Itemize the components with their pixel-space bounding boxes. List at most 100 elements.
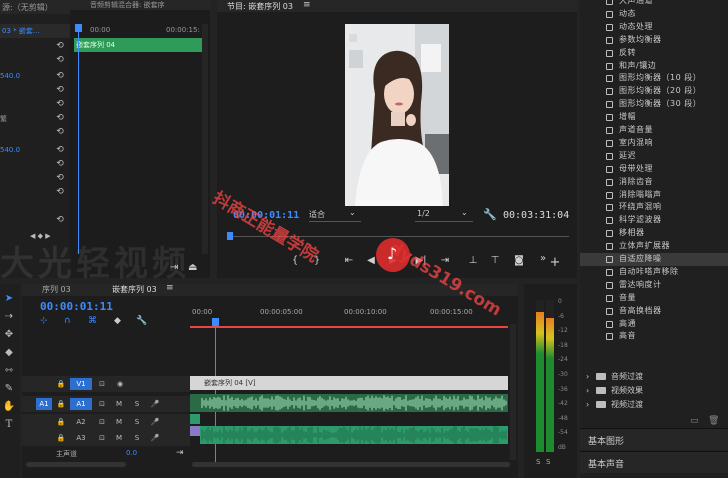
reset-icon[interactable]: ⟲ (54, 158, 66, 170)
reset-icon[interactable]: ⟲ (54, 172, 66, 184)
effect-item[interactable]: 立体声扩展器 (580, 240, 728, 253)
effect-item[interactable]: 母带处理 (580, 163, 728, 176)
reset-icon[interactable]: ⟲ (54, 186, 66, 198)
zoom-dropdown[interactable]: 适合 ⌄ (309, 208, 361, 222)
reset-icon[interactable]: ⟲ (54, 214, 66, 226)
effect-item[interactable]: 环绕声混响 (580, 201, 728, 214)
timeline-vertical-scrollbar[interactable] (510, 324, 516, 460)
effect-item[interactable]: 高音 (580, 330, 728, 343)
effect-item[interactable]: 图形均衡器（20 段） (580, 85, 728, 98)
solo-left-button[interactable]: S (536, 458, 540, 466)
filter-icon[interactable]: ⇥ (170, 262, 178, 273)
reset-icon[interactable]: ⟲ (54, 54, 66, 66)
eye-icon[interactable]: ◉ (114, 378, 126, 390)
video-clip[interactable]: 嵌套序列 04 [V] (190, 376, 508, 390)
effect-item[interactable]: 高通 (580, 318, 728, 331)
reset-icon[interactable]: ⟲ (54, 112, 66, 124)
microphone-icon[interactable]: 🎤 (150, 398, 160, 410)
lock-icon[interactable]: 🔒 (56, 416, 66, 428)
master-track-value[interactable]: 0.0 (126, 449, 137, 457)
ripple-edit-icon[interactable]: ✥ (2, 328, 16, 342)
razor-tool-icon[interactable]: ◆ (2, 346, 16, 360)
sync-lock-icon[interactable]: ⊡ (96, 378, 108, 390)
wrench-icon[interactable]: 🔧 (136, 316, 147, 326)
go-to-in-icon[interactable]: ⇤ (341, 254, 357, 268)
source-tab[interactable]: 源:（无剪辑） (0, 0, 70, 14)
reset-icon[interactable]: ⟲ (54, 126, 66, 138)
nested-clip-bar[interactable]: 嵌套序列 04 (74, 38, 204, 52)
lock-icon[interactable]: 🔒 (56, 432, 66, 444)
timeline-horizontal-scrollbar[interactable] (192, 462, 510, 467)
nest-icon[interactable]: ⊹ (40, 316, 48, 326)
wrench-icon[interactable]: 🔧 (483, 208, 497, 221)
anchor-value[interactable]: 540.0 (0, 146, 20, 154)
effect-item[interactable]: 消除齿音 (580, 176, 728, 189)
effect-item[interactable]: 动态 (580, 8, 728, 21)
folder-video-transitions[interactable]: › 视频过渡 (580, 398, 728, 411)
type-tool-icon[interactable]: T (2, 418, 16, 432)
sync-lock-icon[interactable]: ⊡ (96, 432, 108, 444)
effect-item[interactable]: 声道音量 (580, 124, 728, 137)
folder-audio-transitions[interactable]: › 音频过渡 (580, 370, 728, 383)
audio-waveforms[interactable] (190, 394, 508, 446)
lock-icon[interactable]: 🔒 (56, 398, 66, 410)
marker-icon[interactable]: ◆ (114, 316, 121, 326)
step-forward-icon[interactable]: ▶| (413, 254, 429, 268)
reset-icon[interactable]: ⟲ (54, 40, 66, 52)
sequence-header[interactable]: 03 * 嵌套... (0, 24, 70, 38)
effect-item[interactable]: 图形均衡器（30 段） (580, 98, 728, 111)
lift-icon[interactable]: ⊥ (465, 254, 481, 268)
reset-icon[interactable]: ⟲ (54, 84, 66, 96)
extract-icon[interactable]: ⊤ (487, 254, 503, 268)
scrollbar[interactable] (202, 24, 208, 254)
program-monitor-tab[interactable]: 节目: 嵌套序列 03 ≡ (217, 0, 577, 12)
mark-in-icon[interactable]: { (287, 254, 303, 268)
effect-item[interactable]: 延迟 (580, 150, 728, 163)
mute-button[interactable]: M (114, 432, 124, 444)
sync-lock-icon[interactable]: ⊡ (96, 416, 108, 428)
snap-icon[interactable]: ∩ (64, 316, 71, 326)
effect-item[interactable]: 反转 (580, 47, 728, 60)
sync-lock-icon[interactable]: ⊡ (96, 398, 108, 410)
resolution-dropdown[interactable]: 1/2 ⌄ (415, 208, 473, 222)
effect-item[interactable]: 大声通道 (580, 0, 728, 8)
track-target-a3[interactable]: A3 (70, 432, 92, 444)
linked-selection-icon[interactable]: ⌘ (88, 316, 97, 326)
effect-item[interactable]: 消除嗡嗡声 (580, 189, 728, 202)
essential-graphics-tab[interactable]: 基本图形 (580, 428, 728, 450)
solo-right-button[interactable]: S (546, 458, 550, 466)
effect-item[interactable]: 雷达响度计 (580, 279, 728, 292)
effect-item[interactable]: 自适应降噪 (580, 253, 728, 266)
effect-item[interactable]: 移相器 (580, 227, 728, 240)
solo-button[interactable]: S (132, 432, 142, 444)
effect-item[interactable]: 音量 (580, 292, 728, 305)
timeline-timecode[interactable]: 00:00:01:11 (40, 300, 113, 313)
mark-out-icon[interactable]: } (309, 254, 325, 268)
menu-icon[interactable]: ≡ (303, 0, 311, 10)
solo-button[interactable]: S (132, 398, 142, 410)
effect-item[interactable]: 和声/镶边 (580, 60, 728, 73)
track-header-scrollbar[interactable] (26, 462, 126, 467)
go-to-out-icon[interactable]: ⇥ (437, 254, 453, 268)
track-target-a2[interactable]: A2 (70, 416, 92, 428)
selection-tool-icon[interactable]: ➤ (2, 292, 16, 306)
effect-item[interactable]: 动态处理 (580, 21, 728, 34)
pen-tool-icon[interactable]: ✎ (2, 382, 16, 396)
menu-icon[interactable]: ≡ (166, 283, 174, 293)
track-target-a1[interactable]: A1 (70, 398, 92, 410)
source-patch-a1[interactable]: A1 (36, 398, 52, 410)
track-select-icon[interactable]: ⇢ (2, 310, 16, 324)
effect-item[interactable]: 自动咔嗒声移除 (580, 266, 728, 279)
export-icon[interactable]: ⏏ (188, 262, 197, 273)
program-playhead[interactable] (227, 232, 233, 240)
hand-tool-icon[interactable]: ✋ (2, 400, 16, 414)
solo-button[interactable]: S (132, 416, 142, 428)
timeline-playhead-handle[interactable] (212, 318, 219, 326)
essential-sound-tab[interactable]: 基本声音 (580, 451, 728, 473)
microphone-icon[interactable]: 🎤 (150, 416, 160, 428)
mute-button[interactable]: M (114, 416, 124, 428)
lock-icon[interactable]: 🔒 (56, 378, 66, 390)
tab-nested-sequence-03[interactable]: 嵌套序列 03 (112, 284, 157, 295)
microphone-icon[interactable]: 🎤 (150, 432, 160, 444)
tab-sequence-03[interactable]: 序列 03 (42, 284, 71, 295)
